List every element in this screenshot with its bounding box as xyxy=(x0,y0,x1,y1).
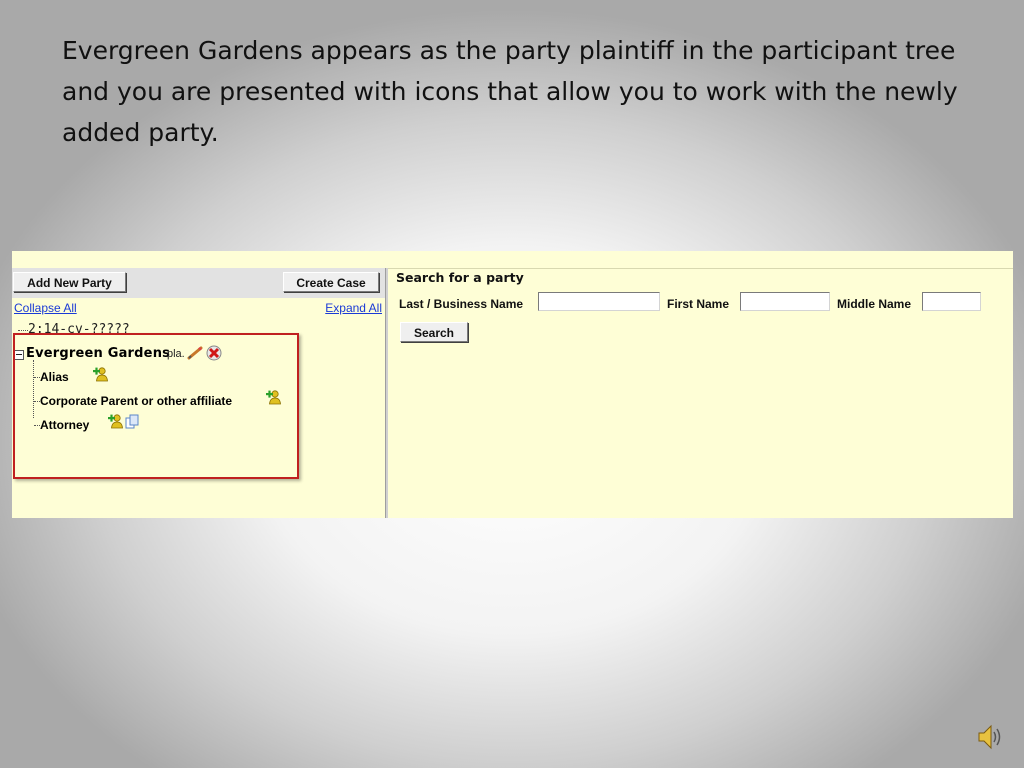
party-name[interactable]: Evergreen Gardens xyxy=(26,346,170,361)
search-pane: Search for a party Last / Business Name … xyxy=(389,268,1013,518)
last-name-input[interactable] xyxy=(538,292,660,311)
tree-links: Collapse All Expand All xyxy=(12,301,385,317)
tree-node-label: Corporate Parent or other affiliate xyxy=(40,394,233,408)
case-number: 2:14-cv-????? xyxy=(28,322,130,337)
pencil-icon[interactable] xyxy=(187,346,203,360)
add-new-party-button[interactable]: Add New Party xyxy=(13,272,126,292)
add-person-icon[interactable] xyxy=(107,413,123,429)
tree-node-label: Attorney xyxy=(40,418,90,432)
collapse-node-icon[interactable] xyxy=(14,350,24,360)
search-title: Search for a party xyxy=(396,270,524,285)
tree-toolbar: Add New Party Create Case xyxy=(12,268,385,298)
search-button[interactable]: Search xyxy=(400,322,468,342)
create-case-button[interactable]: Create Case xyxy=(283,272,379,292)
speaker-icon[interactable] xyxy=(976,722,1004,752)
middle-name-input[interactable] xyxy=(922,292,981,311)
add-person-icon[interactable] xyxy=(265,389,281,405)
first-name-label: First Name xyxy=(667,297,730,311)
first-name-input[interactable] xyxy=(740,292,830,311)
copy-icon[interactable] xyxy=(125,414,139,429)
add-person-icon[interactable] xyxy=(92,366,108,382)
tree-connector xyxy=(18,330,28,331)
delete-icon[interactable] xyxy=(206,345,222,361)
middle-name-label: Middle Name xyxy=(837,297,912,311)
top-strip xyxy=(12,251,1013,269)
participant-tree-pane: Add New Party Create Case Collapse All E… xyxy=(12,268,388,518)
last-name-label: Last / Business Name xyxy=(399,297,524,311)
tree-node-alias: Alias xyxy=(34,370,69,384)
expand-all-link[interactable]: Expand All xyxy=(325,301,382,315)
party-role: pla. xyxy=(167,348,185,360)
collapse-all-link[interactable]: Collapse All xyxy=(14,301,77,315)
tree-connector xyxy=(33,360,34,418)
tree-node-attorney: Attorney xyxy=(34,418,89,432)
tree-node-label: Alias xyxy=(40,370,69,384)
case-participant-window: Add New Party Create Case Collapse All E… xyxy=(12,251,1013,518)
slide-caption: Evergreen Gardens appears as the party p… xyxy=(62,36,958,147)
tree-node-corporate-parent: Corporate Parent or other affiliate xyxy=(34,394,232,408)
